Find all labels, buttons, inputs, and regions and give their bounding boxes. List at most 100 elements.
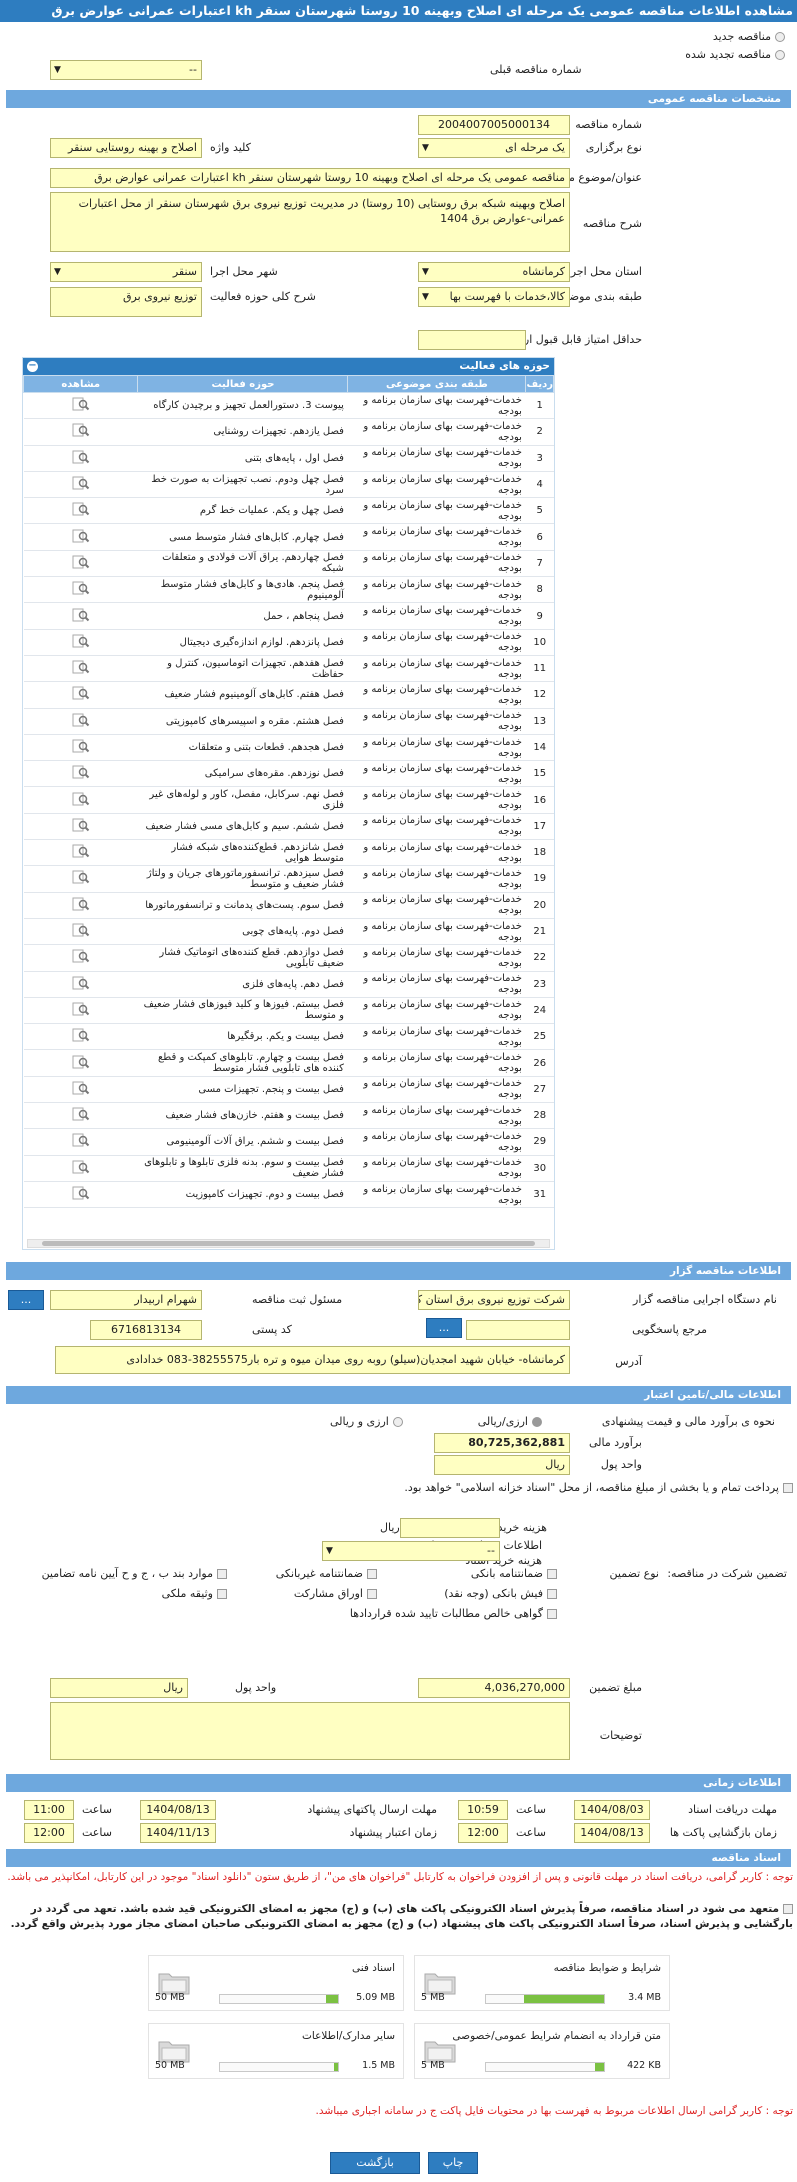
org-field[interactable]: شرکت توزیع نیروی برق استان کرمانشاه (418, 1290, 570, 1310)
checkbox[interactable] (367, 1569, 377, 1579)
guarantee-opt-7[interactable]: گواهی خالص مطالبات تایید شده قراردادها (350, 1604, 557, 1624)
guarantee-opt-1[interactable]: ضمانتنامه بانکی (471, 1564, 557, 1584)
magnifier-icon[interactable] (72, 1160, 90, 1174)
opt-rial[interactable]: ارزی/ریالی (478, 1412, 542, 1432)
magnifier-icon[interactable] (72, 844, 90, 858)
responsible-field[interactable]: شهرام اربیدار (50, 1290, 202, 1310)
print-button[interactable]: چاپ (428, 2152, 478, 2174)
receive-deadline-time[interactable]: 10:59 (458, 1800, 508, 1820)
min-score-field[interactable] (418, 330, 526, 350)
amount-field[interactable]: 80,725,362,881 (434, 1433, 570, 1453)
magnifier-icon[interactable] (72, 818, 90, 832)
checkbox[interactable] (367, 1589, 377, 1599)
validity-date[interactable]: 1404/11/13 (140, 1823, 216, 1843)
desc-field[interactable]: اصلاح وبهینه شبکه برق روستایی (10 روستا)… (50, 192, 570, 252)
address-field[interactable]: کرمانشاه- خیابان شهید امجدیان(سیلو) روبه… (55, 1346, 570, 1374)
magnifier-icon[interactable] (72, 897, 90, 911)
radio-circle[interactable] (775, 50, 785, 60)
magnifier-icon[interactable] (72, 634, 90, 648)
magnifier-icon[interactable] (72, 581, 90, 595)
guarantee-opt-3[interactable]: موارد بند ب ، ج و ح آیین نامه تضامین (42, 1564, 227, 1584)
payment-checkbox[interactable] (783, 1483, 793, 1493)
radio-circle[interactable] (392, 1417, 403, 1427)
guarantee-opt-4[interactable]: فیش بانکی (وجه نقد) (444, 1584, 557, 1604)
magnifier-icon[interactable] (72, 792, 90, 806)
checkbox[interactable] (547, 1589, 557, 1599)
checkbox[interactable] (547, 1609, 557, 1619)
magnifier-icon[interactable] (72, 976, 90, 990)
receive-deadline-date[interactable]: 1404/08/03 (574, 1800, 650, 1820)
guarantee-opt-2[interactable]: ضمانتنامه غیربانکی (276, 1564, 377, 1584)
send-deadline-time[interactable]: 11:00 (24, 1800, 74, 1820)
keyword-field[interactable]: اصلاح و بهینه روستایی سنقر (50, 138, 202, 158)
magnifier-icon[interactable] (72, 423, 90, 437)
doc-cost-field[interactable] (400, 1518, 500, 1538)
notes-field[interactable] (50, 1702, 570, 1760)
magnifier-icon[interactable] (72, 765, 90, 779)
open-time[interactable]: 12:00 (458, 1823, 508, 1843)
type-select[interactable]: ▼ یک مرحله ای (418, 138, 570, 158)
scope-field[interactable]: توزیع نیروی برق (50, 287, 202, 317)
magnifier-icon[interactable] (72, 608, 90, 622)
magnifier-icon[interactable] (72, 949, 90, 963)
magnifier-icon[interactable] (72, 529, 90, 543)
magnifier-icon[interactable] (72, 660, 90, 674)
ref-more-button[interactable]: ... (426, 1318, 462, 1338)
magnifier-icon[interactable] (72, 1186, 90, 1200)
magnifier-icon[interactable] (72, 686, 90, 700)
magnifier-icon[interactable] (72, 1055, 90, 1069)
magnifier-icon[interactable] (72, 1107, 90, 1121)
opt-currency-rial[interactable]: ارزی و ریالی (330, 1412, 403, 1432)
magnifier-icon[interactable] (72, 555, 90, 569)
ref-field[interactable] (466, 1320, 570, 1340)
magnifier-icon[interactable] (72, 1133, 90, 1147)
checkbox[interactable] (217, 1569, 227, 1579)
number-field[interactable]: 2004007005000134 (418, 115, 570, 135)
city-select[interactable]: ▼ سنقر (50, 262, 202, 282)
account-select[interactable]: ▼ -- (322, 1541, 500, 1561)
subject-field[interactable]: مناقصه عمومی یک مرحله ای اصلاح وبهینه 10… (50, 168, 570, 188)
guarantee-opt-6[interactable]: وثیقه ملکی (162, 1584, 227, 1604)
unit-field[interactable]: ریال (434, 1455, 570, 1475)
scrollbar-thumb[interactable] (42, 1241, 535, 1246)
horizontal-scrollbar[interactable] (27, 1239, 550, 1248)
radio-new-tender[interactable]: مناقصه جدید (713, 28, 785, 46)
radio-renewed-tender[interactable]: مناقصه تجدید شده (685, 46, 785, 64)
send-deadline-label: مهلت ارسال پاکتهای پیشنهاد (307, 1803, 437, 1816)
category-select[interactable]: ▼ کالا،خدمات با فهرست بها (418, 287, 570, 307)
row-category: خدمات-فهرست بهای سازمان برنامه و بودجه (347, 655, 526, 683)
checkbox[interactable] (547, 1569, 557, 1579)
magnifier-icon[interactable] (72, 502, 90, 516)
province-select[interactable]: ▼ کرمانشاه (418, 262, 570, 282)
validity-time[interactable]: 12:00 (24, 1823, 74, 1843)
magnifier-icon[interactable] (72, 870, 90, 884)
responsible-more-button[interactable]: ... (8, 1290, 44, 1310)
magnifier-icon[interactable] (72, 1081, 90, 1095)
open-date[interactable]: 1404/08/13 (574, 1823, 650, 1843)
magnifier-icon[interactable] (72, 450, 90, 464)
document-tile[interactable]: سایر مدارک/اطلاعات 50 MB 1.5 MB (148, 2023, 404, 2079)
magnifier-icon[interactable] (72, 713, 90, 727)
magnifier-icon[interactable] (72, 739, 90, 753)
magnifier-icon[interactable] (72, 1028, 90, 1042)
document-tile[interactable]: متن قرارداد به انضمام شرایط عمومی/خصوصی 5… (414, 2023, 670, 2079)
prev-number-select[interactable]: ▼ -- (50, 60, 202, 80)
document-tile[interactable]: شرایط و ضوابط مناقصه 5 MB 3.4 MB (414, 1955, 670, 2011)
guarantee-amount-field[interactable]: 4,036,270,000 (418, 1678, 570, 1698)
radio-circle[interactable] (532, 1417, 542, 1427)
commitment-checkbox[interactable] (783, 1904, 793, 1914)
send-deadline-date[interactable]: 1404/08/13 (140, 1800, 216, 1820)
guarantee-unit-field[interactable]: ریال (50, 1678, 188, 1698)
guarantee-opt-5[interactable]: اوراق مشارکت (294, 1584, 377, 1604)
radio-circle[interactable] (775, 32, 785, 42)
document-tile[interactable]: اسناد فنی 50 MB 5.09 MB (148, 1955, 404, 2011)
magnifier-icon[interactable] (72, 397, 90, 411)
postal-field[interactable]: 6716813134 (90, 1320, 202, 1340)
checkbox[interactable] (217, 1589, 227, 1599)
postal-label: کد پستی (252, 1323, 292, 1336)
magnifier-icon[interactable] (72, 476, 90, 490)
collapse-icon[interactable]: − (27, 361, 38, 372)
magnifier-icon[interactable] (72, 923, 90, 937)
back-button[interactable]: بازگشت (330, 2152, 420, 2174)
magnifier-icon[interactable] (72, 1002, 90, 1016)
